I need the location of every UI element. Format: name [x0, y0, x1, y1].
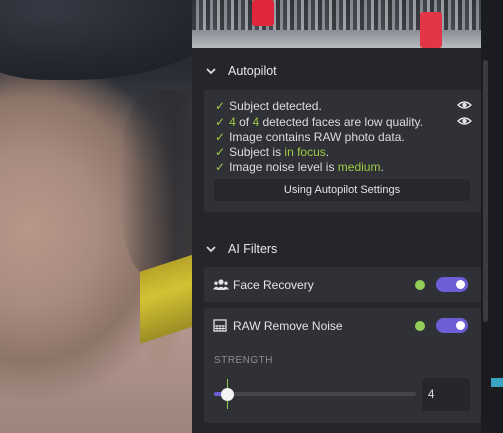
- navigator-thumbnail[interactable]: [192, 0, 481, 48]
- photo-helmet-edge: [120, 90, 192, 280]
- raw-remove-noise-toggle[interactable]: [436, 318, 468, 333]
- ai-filters-title: AI Filters: [228, 242, 278, 256]
- autopilot-title: Autopilot: [228, 64, 277, 78]
- autopilot-line-noise: ✓ Image noise level is medium.: [215, 160, 384, 174]
- face-recovery-toggle[interactable]: [436, 277, 468, 292]
- filter-label: Face Recovery: [233, 278, 314, 292]
- autopilot-header[interactable]: Autopilot: [204, 64, 277, 78]
- people-icon: [213, 279, 229, 290]
- scroll-accent-marker: [491, 378, 503, 387]
- filter-raw-remove-noise[interactable]: RAW Remove Noise: [204, 308, 481, 343]
- check-icon: ✓: [215, 145, 226, 159]
- strength-value-input[interactable]: 4: [422, 378, 470, 411]
- autopilot-card: ✓ Subject detected. ✓ 4 of 4 detected face…: [204, 90, 481, 212]
- status-dot: [415, 321, 425, 331]
- raw-remove-noise-settings: STRENGTH 4: [204, 343, 481, 423]
- toggle-knob: [456, 321, 465, 330]
- photo-preview: [0, 0, 192, 433]
- autopilot-line-focus: ✓ Subject is in focus.: [215, 145, 330, 159]
- ai-filters-header[interactable]: AI Filters: [204, 242, 277, 256]
- check-icon: ✓: [215, 130, 226, 144]
- autopilot-line-subject: ✓ Subject detected.: [215, 99, 322, 113]
- check-icon: ✓: [215, 99, 226, 113]
- autopilot-line-faces: ✓ 4 of 4 detected faces are low quality.: [215, 115, 423, 129]
- strength-slider-handle[interactable]: [221, 388, 234, 401]
- eye-icon[interactable]: [457, 116, 472, 126]
- eye-icon[interactable]: [457, 100, 472, 110]
- strength-slider-track[interactable]: [214, 392, 416, 396]
- autopilot-line-raw: ✓ Image contains RAW photo data.: [215, 130, 405, 144]
- autopilot-settings-button[interactable]: Using Autopilot Settings: [214, 179, 470, 201]
- panel-scrollbar-thumb[interactable]: [483, 60, 488, 322]
- filter-label: RAW Remove Noise: [233, 319, 343, 333]
- status-dot: [415, 280, 425, 290]
- photo-helmet-shadow: [0, 0, 192, 80]
- toggle-knob: [456, 280, 465, 289]
- chevron-down-icon: [206, 68, 216, 75]
- strength-label: STRENGTH: [214, 355, 273, 366]
- check-icon: ✓: [215, 115, 226, 129]
- thumbnail-face-marker: [252, 0, 274, 26]
- check-icon: ✓: [215, 160, 226, 174]
- chevron-down-icon: [206, 246, 216, 253]
- raw-grid-icon: [213, 319, 227, 332]
- thumbnail-face-marker: [420, 12, 442, 48]
- filter-face-recovery[interactable]: Face Recovery: [204, 267, 481, 302]
